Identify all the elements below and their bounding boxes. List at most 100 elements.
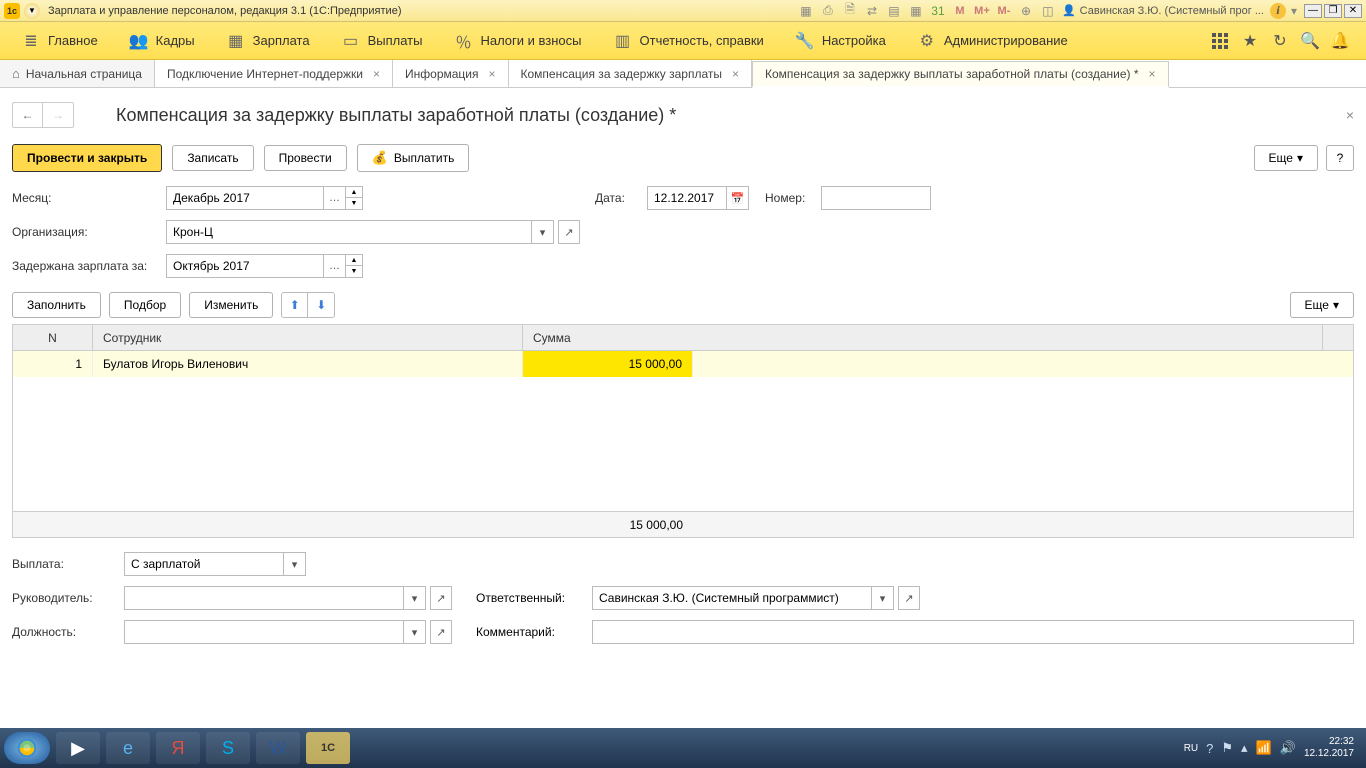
tab-close-icon[interactable]: × xyxy=(1149,67,1156,81)
save-icon[interactable]: ▦ xyxy=(798,3,814,19)
table-row[interactable]: 1 Булатов Игорь Виленович 15 000,00 xyxy=(13,351,1353,377)
maximize-button[interactable]: ❐ xyxy=(1324,4,1342,18)
tab-info[interactable]: Информация× xyxy=(393,60,509,87)
spinner-down-icon[interactable]: ▼ xyxy=(346,266,362,277)
info-icon[interactable]: i xyxy=(1270,3,1286,19)
tray-sound-icon[interactable]: 🔊 xyxy=(1280,740,1296,756)
m-plus-icon[interactable]: M+ xyxy=(974,3,990,19)
number-input[interactable] xyxy=(821,186,931,210)
delayed-ellipsis-button[interactable]: … xyxy=(324,254,346,278)
minimize-button[interactable]: — xyxy=(1304,4,1322,18)
calendar-button[interactable]: 📅 xyxy=(727,186,749,210)
task-ie-icon[interactable]: e xyxy=(106,732,150,764)
calc-icon[interactable]: ▤ xyxy=(886,3,902,19)
task-word-icon[interactable]: W xyxy=(256,732,300,764)
tray-help-icon[interactable]: ? xyxy=(1206,741,1213,756)
delayed-input[interactable] xyxy=(166,254,324,278)
tab-close-icon[interactable]: × xyxy=(373,67,380,81)
col-n[interactable]: N xyxy=(13,325,93,350)
back-button[interactable]: ← xyxy=(13,103,43,127)
more-button[interactable]: Еще▾ xyxy=(1254,145,1318,171)
manager-open-button[interactable]: ↗ xyxy=(430,586,452,610)
table-more-button[interactable]: Еще▾ xyxy=(1290,292,1354,318)
post-button[interactable]: Провести xyxy=(264,145,347,171)
pick-button[interactable]: Подбор xyxy=(109,292,181,318)
move-up-button[interactable]: ⬆ xyxy=(282,293,308,317)
payout-dropdown-button[interactable]: ▾ xyxy=(284,552,306,576)
compare-icon[interactable]: ⇄ xyxy=(864,3,880,19)
tab-compensation-create[interactable]: Компенсация за задержку выплаты заработн… xyxy=(752,61,1169,88)
month-spinner[interactable]: ▲▼ xyxy=(346,186,363,210)
panel-icon[interactable]: ◫ xyxy=(1040,3,1056,19)
spinner-up-icon[interactable]: ▲ xyxy=(346,187,362,198)
dropdown-icon[interactable]: ▼ xyxy=(24,3,40,19)
menu-salary[interactable]: ▦Зарплата xyxy=(211,22,326,59)
menu-staff[interactable]: 👥Кадры xyxy=(114,22,211,59)
apps-icon[interactable] xyxy=(1210,31,1230,51)
start-button[interactable] xyxy=(4,732,50,764)
delayed-spinner[interactable]: ▲▼ xyxy=(346,254,363,278)
info-dropdown-icon[interactable]: ▾ xyxy=(1286,3,1302,19)
manager-input[interactable] xyxy=(124,586,404,610)
position-dropdown-button[interactable]: ▾ xyxy=(404,620,426,644)
m-icon[interactable]: M xyxy=(952,3,968,19)
zoom-icon[interactable]: ⊕ xyxy=(1018,3,1034,19)
pay-button[interactable]: 💰Выплатить xyxy=(357,144,470,172)
clock[interactable]: 22:32 12.12.2017 xyxy=(1304,736,1354,760)
change-button[interactable]: Изменить xyxy=(189,292,273,318)
search-icon[interactable]: 🔍 xyxy=(1300,31,1320,51)
spinner-up-icon[interactable]: ▲ xyxy=(346,255,362,266)
tab-close-icon[interactable]: × xyxy=(732,67,739,81)
col-sum[interactable]: Сумма xyxy=(523,325,1323,350)
tray-flag-icon[interactable]: ⚑ xyxy=(1221,740,1233,756)
menu-main[interactable]: ≣Главное xyxy=(6,22,114,59)
tab-compensation-list[interactable]: Компенсация за задержку зарплаты× xyxy=(509,60,752,87)
m-minus-icon[interactable]: M- xyxy=(996,3,1012,19)
responsible-dropdown-button[interactable]: ▾ xyxy=(872,586,894,610)
cell-sum[interactable]: 15 000,00 xyxy=(523,351,693,377)
manager-dropdown-button[interactable]: ▾ xyxy=(404,586,426,610)
lang-indicator[interactable]: RU xyxy=(1184,743,1198,754)
month-input[interactable] xyxy=(166,186,324,210)
responsible-input[interactable] xyxy=(592,586,872,610)
fill-button[interactable]: Заполнить xyxy=(12,292,101,318)
forward-button[interactable]: → xyxy=(43,103,73,127)
month-ellipsis-button[interactable]: … xyxy=(324,186,346,210)
write-button[interactable]: Записать xyxy=(172,145,253,171)
move-down-button[interactable]: ⬇ xyxy=(308,293,334,317)
position-open-button[interactable]: ↗ xyxy=(430,620,452,644)
tray-chevron-icon[interactable]: ▴ xyxy=(1241,740,1248,756)
comment-input[interactable] xyxy=(592,620,1354,644)
page-close-icon[interactable]: × xyxy=(1346,107,1354,123)
menu-taxes[interactable]: ％Налоги и взносы xyxy=(438,22,597,59)
close-button[interactable]: ✕ xyxy=(1344,4,1362,18)
tab-support[interactable]: Подключение Интернет-поддержки× xyxy=(155,60,393,87)
star-icon[interactable]: ★ xyxy=(1240,31,1260,51)
doc-icon[interactable]: 🗎 xyxy=(842,3,858,19)
task-media-icon[interactable]: ▶ xyxy=(56,732,100,764)
responsible-open-button[interactable]: ↗ xyxy=(898,586,920,610)
org-open-button[interactable]: ↗ xyxy=(558,220,580,244)
task-1c-icon[interactable]: 1C xyxy=(306,732,350,764)
task-yandex-icon[interactable]: Я xyxy=(156,732,200,764)
tab-close-icon[interactable]: × xyxy=(489,67,496,81)
task-skype-icon[interactable]: S xyxy=(206,732,250,764)
date-input[interactable] xyxy=(647,186,727,210)
bell-icon[interactable]: 🔔 xyxy=(1330,31,1350,51)
menu-reports[interactable]: ▥Отчетность, справки xyxy=(598,22,780,59)
date-icon[interactable]: 31 xyxy=(930,3,946,19)
org-dropdown-button[interactable]: ▾ xyxy=(532,220,554,244)
calendar-icon[interactable]: ▦ xyxy=(908,3,924,19)
menu-payments[interactable]: ▭Выплаты xyxy=(326,22,439,59)
menu-settings[interactable]: 🔧Настройка xyxy=(780,22,902,59)
tab-home[interactable]: ⌂Начальная страница xyxy=(0,60,155,87)
print-icon[interactable]: ⎙ xyxy=(820,3,836,19)
help-button[interactable]: ? xyxy=(1326,145,1354,171)
history-icon[interactable]: ↻ xyxy=(1270,31,1290,51)
position-input[interactable] xyxy=(124,620,404,644)
post-and-close-button[interactable]: Провести и закрыть xyxy=(12,144,162,172)
col-employee[interactable]: Сотрудник xyxy=(93,325,523,350)
payout-select[interactable] xyxy=(124,552,284,576)
org-input[interactable] xyxy=(166,220,532,244)
spinner-down-icon[interactable]: ▼ xyxy=(346,198,362,209)
